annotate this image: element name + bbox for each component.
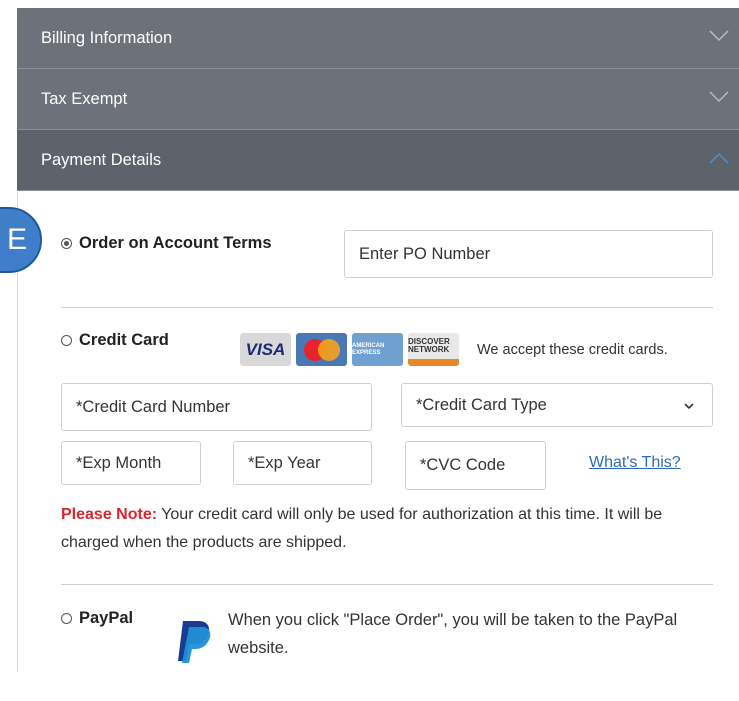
po-number-input[interactable]: Enter PO Number — [344, 230, 713, 278]
divider — [61, 584, 713, 585]
chevron-down-icon — [709, 30, 729, 42]
amex-logo: AMERICAN EXPRESS — [352, 333, 403, 366]
mastercard-logo — [296, 333, 347, 366]
exp-month-placeholder: *Exp Month — [76, 453, 162, 472]
step-badge: E — [0, 207, 42, 273]
radio-selected-icon — [61, 238, 72, 249]
accordion-label: Payment Details — [41, 150, 162, 169]
cvc-placeholder: *CVC Code — [420, 456, 506, 474]
radio-unselected-icon — [61, 613, 72, 624]
chevron-up-icon — [709, 152, 729, 164]
chevron-down-icon — [684, 403, 694, 410]
payment-note: Please Note: Your credit card will only … — [61, 501, 721, 557]
po-number-placeholder: Enter PO Number — [359, 244, 491, 263]
exp-year-placeholder: *Exp Year — [248, 453, 321, 472]
card-number-placeholder: *Credit Card Number — [76, 397, 231, 416]
accepted-cards-text: We accept these credit cards. — [477, 342, 668, 358]
credit-card-label: Credit Card — [79, 331, 169, 349]
card-type-select[interactable]: *Credit Card Type — [401, 383, 713, 427]
note-label: Please Note: — [61, 506, 158, 523]
radio-account-terms[interactable]: Order on Account Terms — [61, 234, 272, 253]
cvc-input[interactable]: *CVC Code — [405, 441, 546, 490]
accordion-label: Billing Information — [41, 28, 173, 47]
visa-logo: VISA — [240, 333, 291, 366]
accordion-label: Tax Exempt — [41, 89, 128, 108]
accordion-billing-information[interactable]: Billing Information — [17, 8, 739, 69]
paypal-logo-icon — [178, 621, 211, 663]
discover-logo: DISCOVER NETWORK — [408, 333, 459, 366]
credit-card-logos: VISA AMERICAN EXPRESS DISCOVER NETWORK — [240, 333, 459, 366]
whats-this-link[interactable]: What's This? — [589, 454, 681, 472]
exp-year-input[interactable]: *Exp Year — [233, 441, 372, 485]
exp-month-input[interactable]: *Exp Month — [61, 441, 201, 485]
accordion: Billing Information Tax Exempt Payment D… — [17, 8, 739, 191]
chevron-down-icon — [709, 91, 729, 103]
accordion-payment-details[interactable]: Payment Details — [17, 130, 739, 191]
card-type-value: *Credit Card Type — [416, 395, 547, 414]
card-number-input[interactable]: *Credit Card Number — [61, 383, 372, 431]
account-terms-label: Order on Account Terms — [79, 234, 272, 252]
radio-unselected-icon — [61, 335, 72, 346]
divider — [61, 307, 713, 308]
radio-credit-card[interactable]: Credit Card — [61, 331, 169, 350]
radio-paypal[interactable]: PayPal — [61, 609, 133, 628]
paypal-info-text: When you click "Place Order", you will b… — [228, 611, 678, 657]
accordion-tax-exempt[interactable]: Tax Exempt — [17, 69, 739, 130]
paypal-label: PayPal — [79, 609, 134, 627]
